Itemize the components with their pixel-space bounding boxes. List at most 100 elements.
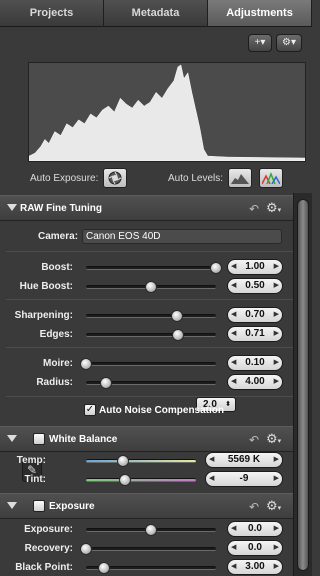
decrement-icon[interactable]: ◀ <box>231 308 236 322</box>
slider-thumb[interactable] <box>145 524 157 536</box>
disclosure-triangle-icon[interactable] <box>7 502 17 509</box>
radius-row: Radius: ◀ 4.00 ▶ <box>0 374 293 392</box>
slider-thumb[interactable] <box>118 474 131 486</box>
radius-stepper[interactable]: ◀ 4.00 ▶ <box>227 374 283 390</box>
slider-thumb[interactable] <box>99 377 112 389</box>
decrement-icon[interactable]: ◀ <box>231 356 236 370</box>
tab-metadata[interactable]: Metadata <box>104 0 208 26</box>
increment-icon[interactable]: ▶ <box>274 560 279 574</box>
decrement-icon[interactable]: ◀ <box>231 560 236 574</box>
tint-value: -9 <box>239 473 249 484</box>
tint-stepper[interactable]: ◀ -9 ▶ <box>205 471 283 487</box>
slider-thumb[interactable] <box>171 310 183 322</box>
moire-label: Moire: <box>43 358 73 369</box>
decrement-icon[interactable]: ◀ <box>231 327 236 341</box>
increment-icon[interactable]: ▶ <box>274 356 279 370</box>
black-point-row: Black Point: ◀ 3.00 ▶ <box>0 559 293 576</box>
edges-stepper[interactable]: ◀ 0.71 ▶ <box>227 326 283 342</box>
gear-icon[interactable]: ⚙▾ <box>276 34 302 52</box>
scrollbar-thumb[interactable] <box>297 199 309 571</box>
moire-slider[interactable] <box>80 358 216 370</box>
boost-slider[interactable] <box>86 262 222 274</box>
recovery-slider[interactable] <box>80 543 216 555</box>
slider-thumb[interactable] <box>98 562 111 574</box>
divider <box>6 299 293 300</box>
decrement-icon[interactable]: ◀ <box>209 472 214 486</box>
edges-value: 0.71 <box>245 328 265 339</box>
tab-bar: Projects Metadata Adjustments <box>0 0 312 27</box>
auto-levels-rgb-button[interactable] <box>259 168 283 188</box>
adjustments-toolbar: +▾ ⚙▾ <box>0 27 312 57</box>
sharpening-value: 0.70 <box>245 309 265 320</box>
slider-thumb[interactable] <box>172 329 185 341</box>
auto-noise-checkbox[interactable]: ✓ <box>84 404 96 416</box>
disclosure-triangle-icon[interactable] <box>7 204 17 211</box>
exposure-stepper[interactable]: ◀ 0.0 ▶ <box>227 521 283 537</box>
increment-icon[interactable]: ▶ <box>274 522 279 536</box>
decrement-icon[interactable]: ◀ <box>231 541 236 555</box>
edges-slider[interactable] <box>86 329 216 341</box>
auto-levels-luminance-button[interactable] <box>228 168 252 188</box>
temp-slider[interactable] <box>86 455 196 467</box>
tab-adjustments[interactable]: Adjustments <box>208 0 312 26</box>
increment-icon[interactable]: ▶ <box>274 327 279 341</box>
aperture-icon <box>108 171 122 185</box>
increment-icon[interactable]: ▶ <box>274 279 279 293</box>
sharpening-stepper[interactable]: ◀ 0.70 ▶ <box>227 307 283 323</box>
hue-boost-stepper[interactable]: ◀ 0.50 ▶ <box>227 278 283 294</box>
white-balance-header: White Balance ↶ ⚙▾ <box>0 426 293 452</box>
tab-projects[interactable]: Projects <box>0 0 104 26</box>
decrement-icon[interactable]: ◀ <box>231 522 236 536</box>
increment-icon[interactable]: ▶ <box>274 541 279 555</box>
gear-icon[interactable]: ⚙▾ <box>266 200 281 216</box>
recovery-value: 0.0 <box>248 542 262 553</box>
increment-icon[interactable]: ▶ <box>274 472 279 486</box>
gear-icon[interactable]: ⚙▾ <box>266 498 281 514</box>
raw-fine-tuning-header: RAW Fine Tuning 2.0 ⬍ ↶ ⚙▾ <box>0 195 293 412</box>
slider-thumb[interactable] <box>117 455 130 467</box>
levels-luminance-icon <box>231 174 249 184</box>
edges-row: Edges: ◀ 0.71 ▶ <box>0 326 293 344</box>
temp-stepper[interactable]: ◀ 5569 K ▶ <box>205 452 283 468</box>
reset-icon[interactable]: ↶ <box>249 500 259 514</box>
slider-thumb[interactable] <box>145 281 157 293</box>
hue-boost-slider[interactable] <box>86 281 216 293</box>
increment-icon[interactable]: ▶ <box>274 453 279 467</box>
auto-exposure-button[interactable] <box>103 168 127 188</box>
radius-value: 4.00 <box>245 376 265 387</box>
chevron-updown-icon: ⬍ <box>225 401 231 408</box>
slider-thumb[interactable] <box>80 543 92 555</box>
divider <box>6 251 293 252</box>
increment-icon[interactable]: ▶ <box>274 308 279 322</box>
black-point-slider[interactable] <box>86 562 216 574</box>
decrement-icon[interactable]: ◀ <box>209 453 214 467</box>
black-point-stepper[interactable]: ◀ 3.00 ▶ <box>227 559 283 575</box>
histogram <box>28 62 306 162</box>
tint-slider[interactable] <box>86 474 196 486</box>
radius-slider[interactable] <box>86 377 216 389</box>
sharpening-row: Sharpening: ◀ 0.70 ▶ <box>0 307 293 325</box>
white-balance-checkbox[interactable] <box>33 433 45 445</box>
increment-icon[interactable]: ▶ <box>274 260 279 274</box>
exposure-slider[interactable] <box>86 524 216 536</box>
scrollbar[interactable] <box>293 193 312 576</box>
reset-icon[interactable]: ↶ <box>249 202 259 216</box>
moire-stepper[interactable]: ◀ 0.10 ▶ <box>227 355 283 371</box>
slider-thumb[interactable] <box>210 262 222 274</box>
decrement-icon[interactable]: ◀ <box>231 375 236 389</box>
boost-stepper[interactable]: ◀ 1.00 ▶ <box>227 259 283 275</box>
decrement-icon[interactable]: ◀ <box>231 260 236 274</box>
exposure-checkbox[interactable] <box>33 500 45 512</box>
boost-label: Boost: <box>41 262 73 273</box>
sharpening-slider[interactable] <box>86 310 216 322</box>
recovery-stepper[interactable]: ◀ 0.0 ▶ <box>227 540 283 556</box>
hue-boost-row: Hue Boost: ◀ 0.50 ▶ <box>0 278 293 296</box>
disclosure-triangle-icon[interactable] <box>7 435 17 442</box>
reset-icon[interactable]: ↶ <box>249 433 259 447</box>
increment-icon[interactable]: ▶ <box>274 375 279 389</box>
add-adjustment-button[interactable]: +▾ <box>248 34 272 52</box>
tint-label: Tint: <box>24 474 46 485</box>
decrement-icon[interactable]: ◀ <box>231 279 236 293</box>
gear-icon[interactable]: ⚙▾ <box>266 431 281 447</box>
slider-thumb[interactable] <box>80 358 92 370</box>
